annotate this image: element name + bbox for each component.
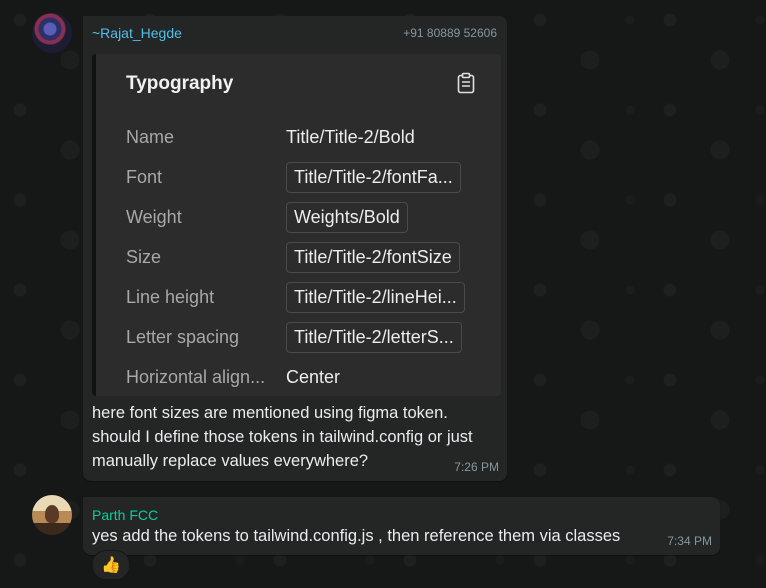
sender-phone: +91 80889 52606 <box>403 26 497 40</box>
row-label-size: Size <box>126 247 162 267</box>
typography-title: Typography <box>126 73 234 94</box>
sender-name[interactable]: Parth FCC <box>92 507 158 523</box>
row-value-name: Title/Title-2/Bold <box>286 127 415 147</box>
row-label-letter-spacing: Letter spacing <box>126 327 240 347</box>
message-bubble[interactable]: ~Rajat_Hegde +91 80889 52606 Typography … <box>83 16 507 481</box>
row-label-horizontal-align: Horizontal align... <box>126 367 266 387</box>
message-time: 7:34 PM <box>667 534 712 548</box>
row-label-line-height: Line height <box>126 287 215 307</box>
row-value-size: Title/Title-2/fontSize <box>286 242 460 273</box>
thumbs-up-icon: 👍 <box>101 557 121 574</box>
row-value-line-height: Title/Title-2/lineHei... <box>286 282 465 313</box>
row-value-weight: Weights/Bold <box>286 202 408 233</box>
row-label-font: Font <box>126 167 163 187</box>
row-value-horizontal-align: Center <box>286 367 341 387</box>
row-label-name: Name <box>126 127 175 147</box>
message-bubble[interactable]: Parth FCC yes add the tokens to tailwind… <box>83 497 720 555</box>
row-label-weight: Weight <box>126 207 182 227</box>
reaction-badge[interactable]: 👍 <box>92 550 130 580</box>
message-text: here font sizes are mentioned using figm… <box>92 404 473 470</box>
message-time: 7:26 PM <box>454 460 499 474</box>
row-value-font: Title/Title-2/fontFa... <box>286 162 461 193</box>
row-value-letter-spacing: Title/Title-2/letterS... <box>286 322 462 353</box>
clipboard-icon <box>457 72 475 94</box>
sender-avatar[interactable] <box>32 495 72 535</box>
message-text: yes add the tokens to tailwind.config.js… <box>92 527 621 545</box>
sender-name[interactable]: ~Rajat_Hegde <box>92 25 182 41</box>
image-attachment[interactable]: Typography Name Title/Title-2/Bold Font … <box>92 54 501 396</box>
sender-avatar[interactable] <box>32 13 72 53</box>
